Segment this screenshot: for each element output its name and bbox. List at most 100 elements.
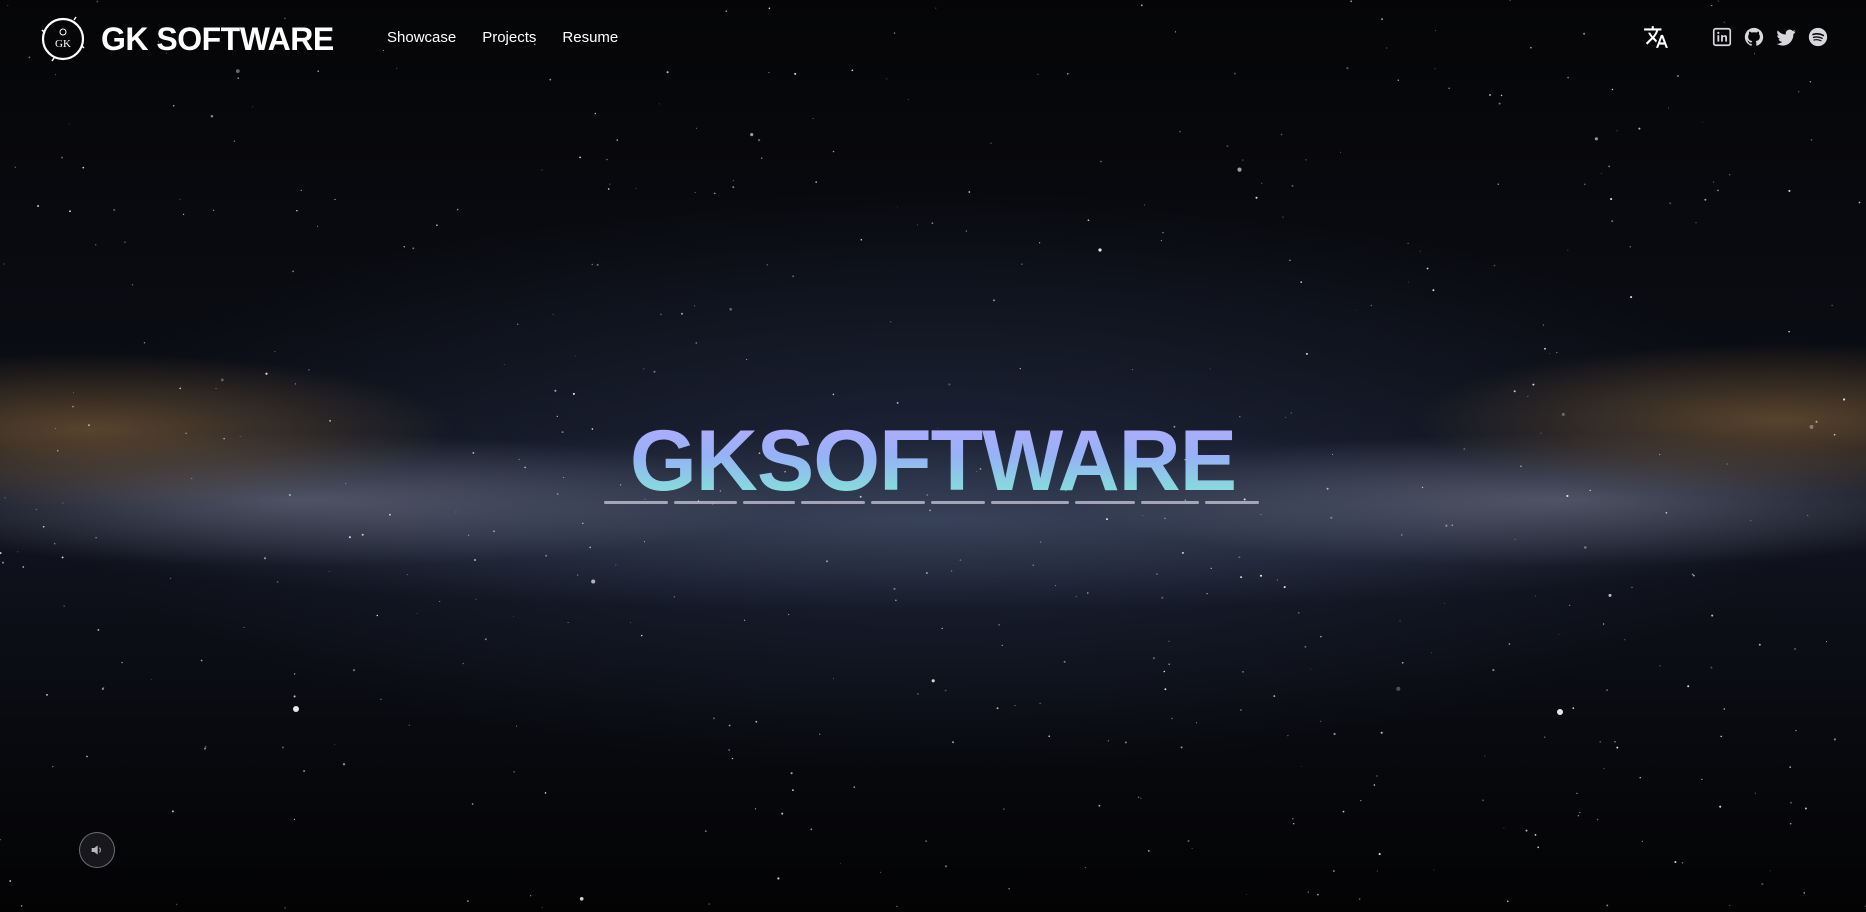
github-icon[interactable] (1743, 26, 1765, 48)
star (1443, 602, 1445, 604)
site-header: GK GK SOFTWARE Showcase Projects Resume (0, 0, 1866, 76)
star (86, 755, 88, 758)
star (455, 511, 457, 513)
star (951, 570, 953, 572)
star (1340, 151, 1342, 153)
star (406, 573, 409, 576)
star (1713, 181, 1715, 183)
star (1610, 198, 1613, 201)
home-logo-link[interactable]: GK GK SOFTWARE (40, 16, 334, 62)
star (1788, 330, 1790, 333)
star (1408, 281, 1410, 283)
nav-resume[interactable]: Resume (562, 26, 618, 50)
star (750, 133, 754, 137)
star (931, 222, 934, 225)
star (1629, 246, 1632, 248)
star (1333, 870, 1335, 872)
star (1532, 383, 1535, 386)
star (680, 312, 684, 315)
star (1498, 102, 1501, 105)
star (1098, 804, 1101, 807)
star (743, 619, 746, 621)
star (1143, 204, 1145, 206)
star (348, 536, 351, 539)
star (1831, 304, 1833, 307)
star (660, 313, 662, 316)
sound-toggle-button[interactable] (79, 832, 115, 868)
star (456, 208, 459, 211)
star (1407, 242, 1409, 244)
star (1038, 242, 1041, 244)
star (1242, 671, 1244, 673)
star (1209, 368, 1211, 370)
star (1333, 732, 1336, 736)
star (1419, 250, 1421, 252)
star (1426, 267, 1429, 270)
star (237, 77, 240, 80)
star (731, 757, 734, 760)
star (1606, 689, 1609, 692)
star (1342, 810, 1345, 813)
star (761, 157, 763, 159)
nav-showcase[interactable]: Showcase (387, 26, 456, 50)
star (1179, 130, 1181, 133)
linkedin-icon[interactable] (1711, 26, 1733, 48)
star (968, 191, 971, 193)
star (643, 541, 646, 543)
star (860, 238, 863, 241)
star (471, 803, 474, 805)
star (931, 679, 935, 683)
star (63, 605, 65, 607)
star (1492, 669, 1495, 672)
star (792, 275, 794, 278)
star (1376, 870, 1378, 872)
spotify-icon[interactable] (1807, 26, 1829, 48)
star (579, 896, 584, 901)
star (475, 598, 477, 600)
translate-icon[interactable] (1643, 24, 1669, 50)
star (1711, 614, 1714, 617)
star (1401, 661, 1404, 664)
star (1608, 593, 1612, 597)
star (1544, 736, 1546, 738)
star (1370, 304, 1373, 307)
star (728, 724, 731, 727)
star (328, 570, 330, 572)
star (1330, 516, 1333, 519)
star (746, 359, 748, 361)
star (94, 244, 97, 246)
star (1537, 846, 1540, 849)
star (179, 387, 182, 390)
hero-title-underline (604, 501, 1265, 504)
star (1305, 352, 1308, 355)
star (72, 405, 74, 408)
star (467, 534, 470, 536)
star (1164, 517, 1166, 520)
star (1048, 735, 1051, 738)
star (1396, 686, 1401, 691)
star (1210, 567, 1212, 569)
star (1160, 240, 1162, 242)
star (54, 543, 56, 545)
nav-projects[interactable]: Projects (482, 26, 536, 50)
star (1168, 663, 1171, 666)
twitter-icon[interactable] (1775, 26, 1797, 48)
star (1032, 564, 1034, 566)
star (567, 622, 569, 623)
star (1432, 289, 1435, 292)
star (1132, 369, 1134, 371)
star (1320, 635, 1322, 638)
star (777, 877, 780, 880)
star (530, 895, 532, 897)
star (1606, 904, 1609, 907)
star (1162, 231, 1164, 234)
star (276, 581, 279, 583)
star (243, 626, 245, 628)
star (1287, 735, 1289, 737)
star (1506, 900, 1509, 903)
star (993, 299, 995, 302)
star (1579, 811, 1581, 814)
star (766, 264, 768, 266)
star (1003, 808, 1005, 810)
star (1140, 797, 1142, 799)
